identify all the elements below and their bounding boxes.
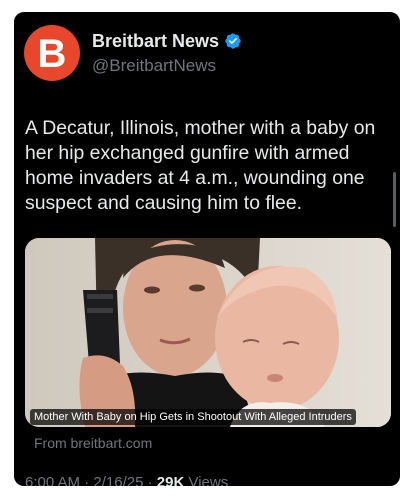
link-source[interactable]: From breitbart.com [34, 434, 152, 452]
media-caption: Mother With Baby on Hip Gets in Shootout… [30, 409, 356, 425]
post-text: A Decatur, Illinois, mother with a baby … [25, 117, 376, 214]
link-card-image[interactable] [25, 238, 391, 427]
meta-separator: · [84, 474, 90, 486]
breitbart-logo-icon: B [24, 25, 80, 81]
post-card[interactable]: B Breitbart News @BreitbartNews A Decatu… [14, 12, 400, 486]
user-handle[interactable]: @BreitbartNews [92, 56, 216, 76]
author-name-row[interactable]: Breitbart News [92, 30, 242, 52]
display-name[interactable]: Breitbart News [92, 30, 219, 52]
avatar-letter: B [38, 32, 67, 76]
post-time[interactable]: 6:00 AM [25, 474, 80, 486]
verified-badge-icon [225, 33, 241, 49]
views-label: Views [188, 474, 229, 486]
post-date[interactable]: 2/16/25 [93, 474, 143, 486]
meta-separator-2: · [147, 474, 153, 486]
views-count[interactable]: 29K [157, 474, 185, 486]
avatar[interactable]: B [24, 25, 80, 81]
scrollbar[interactable] [393, 172, 396, 227]
article-photo [25, 238, 391, 427]
post-metadata: 6:00 AM · 2/16/25 · 29K Views [25, 474, 228, 486]
